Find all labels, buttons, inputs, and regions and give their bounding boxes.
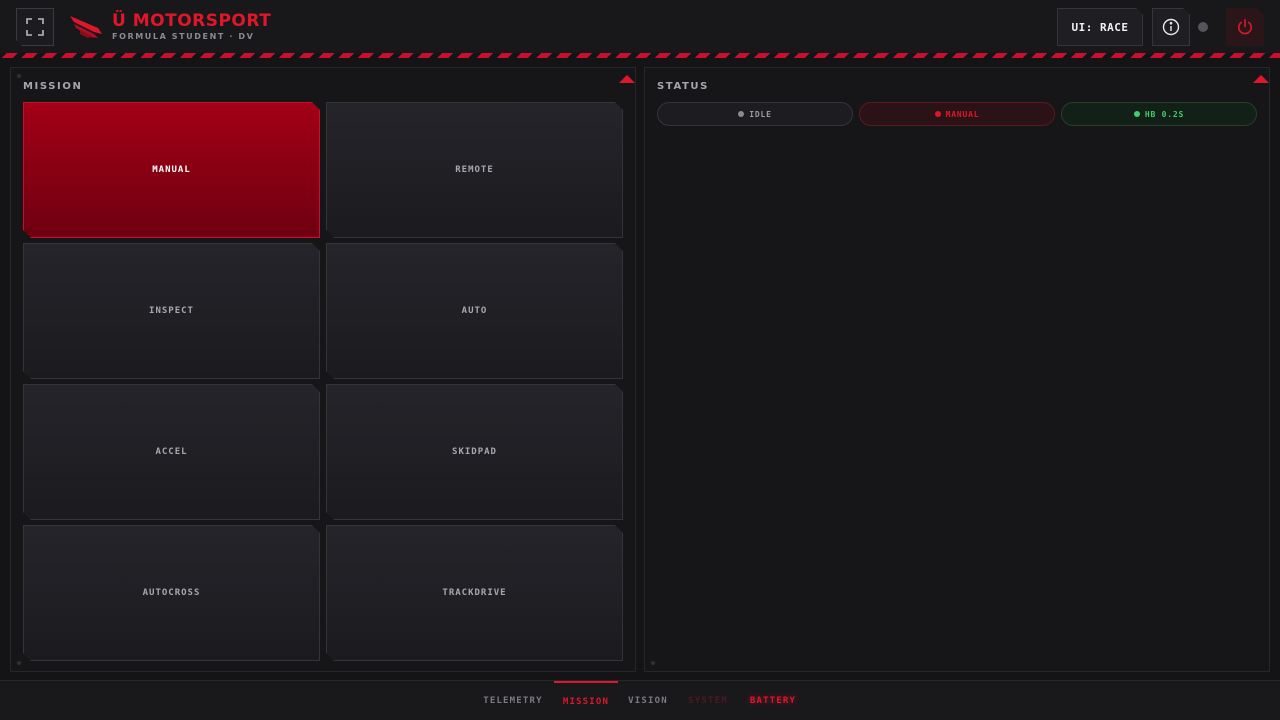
status-panel: STATUS IDLE MANUAL HB 0.2S (644, 67, 1270, 672)
mission-button-trackdrive[interactable]: TRACKDRIVE (326, 525, 623, 661)
brand-title: Ü MOTORSPORT (112, 11, 272, 31)
status-dot-icon (1133, 111, 1140, 117)
mission-button-autocross[interactable]: AUTOCROSS (23, 525, 320, 661)
bottom-nav: TELEMETRY MISSION VISION SYSTEM BATTERY (0, 680, 1280, 720)
info-icon (1162, 18, 1180, 36)
mission-button-remote[interactable]: REMOTE (326, 102, 623, 238)
mission-button-manual[interactable]: MANUAL (23, 102, 320, 238)
connection-status-dot (1198, 22, 1208, 32)
mission-button-skidpad[interactable]: SKIDPAD (326, 384, 623, 520)
brand-subtitle: FORMULA STUDENT · DV (112, 32, 255, 41)
status-pills: IDLE MANUAL HB 0.2S (657, 102, 1258, 126)
status-badge-idle: IDLE (657, 102, 853, 126)
top-header: Ü MOTORSPORT FORMULA STUDENT · DV UI: RA… (0, 0, 1280, 53)
status-badge-mode: MANUAL (859, 102, 1055, 126)
mission-panel-title: MISSION (23, 81, 83, 92)
status-badge-label: IDLE (749, 109, 772, 119)
status-dot-icon (934, 111, 941, 117)
panel-rivet (651, 661, 655, 665)
mission-button-auto[interactable]: AUTO (326, 243, 623, 379)
info-button[interactable] (1152, 8, 1190, 46)
logo-mark-icon (70, 16, 102, 38)
panel-corner-marker (619, 75, 635, 83)
panel-rivet (17, 74, 21, 78)
fullscreen-button[interactable] (16, 8, 54, 46)
app-root: Ü MOTORSPORT FORMULA STUDENT · DV UI: RA… (0, 0, 1280, 720)
status-badge-label: HB 0.2S (1144, 109, 1185, 119)
status-badge-heartbeat: HB 0.2S (1061, 102, 1257, 126)
tab-vision[interactable]: VISION (622, 681, 674, 720)
status-badge-label: MANUAL (945, 109, 980, 119)
ui-mode-button[interactable]: UI: RACE (1057, 8, 1143, 46)
tab-battery[interactable]: BATTERY (742, 681, 804, 720)
panel-rivet (17, 661, 21, 665)
status-dot-icon (738, 111, 745, 117)
fullscreen-icon (26, 18, 44, 36)
mission-grid: MANUAL REMOTE INSPECT AUTO ACCEL SKIDPAD… (23, 102, 624, 661)
mission-button-inspect[interactable]: INSPECT (23, 243, 320, 379)
panel-corner-marker (1253, 75, 1269, 83)
power-button[interactable] (1226, 8, 1264, 46)
power-icon (1236, 18, 1254, 36)
status-panel-title: STATUS (657, 81, 709, 92)
hazard-stripe (0, 53, 1280, 58)
tab-system[interactable]: SYSTEM (680, 681, 736, 720)
tab-mission[interactable]: MISSION (554, 681, 618, 720)
mission-panel: MISSION MANUAL REMOTE INSPECT AUTO ACCEL… (10, 67, 636, 672)
mission-button-accel[interactable]: ACCEL (23, 384, 320, 520)
tab-telemetry[interactable]: TELEMETRY (476, 681, 550, 720)
